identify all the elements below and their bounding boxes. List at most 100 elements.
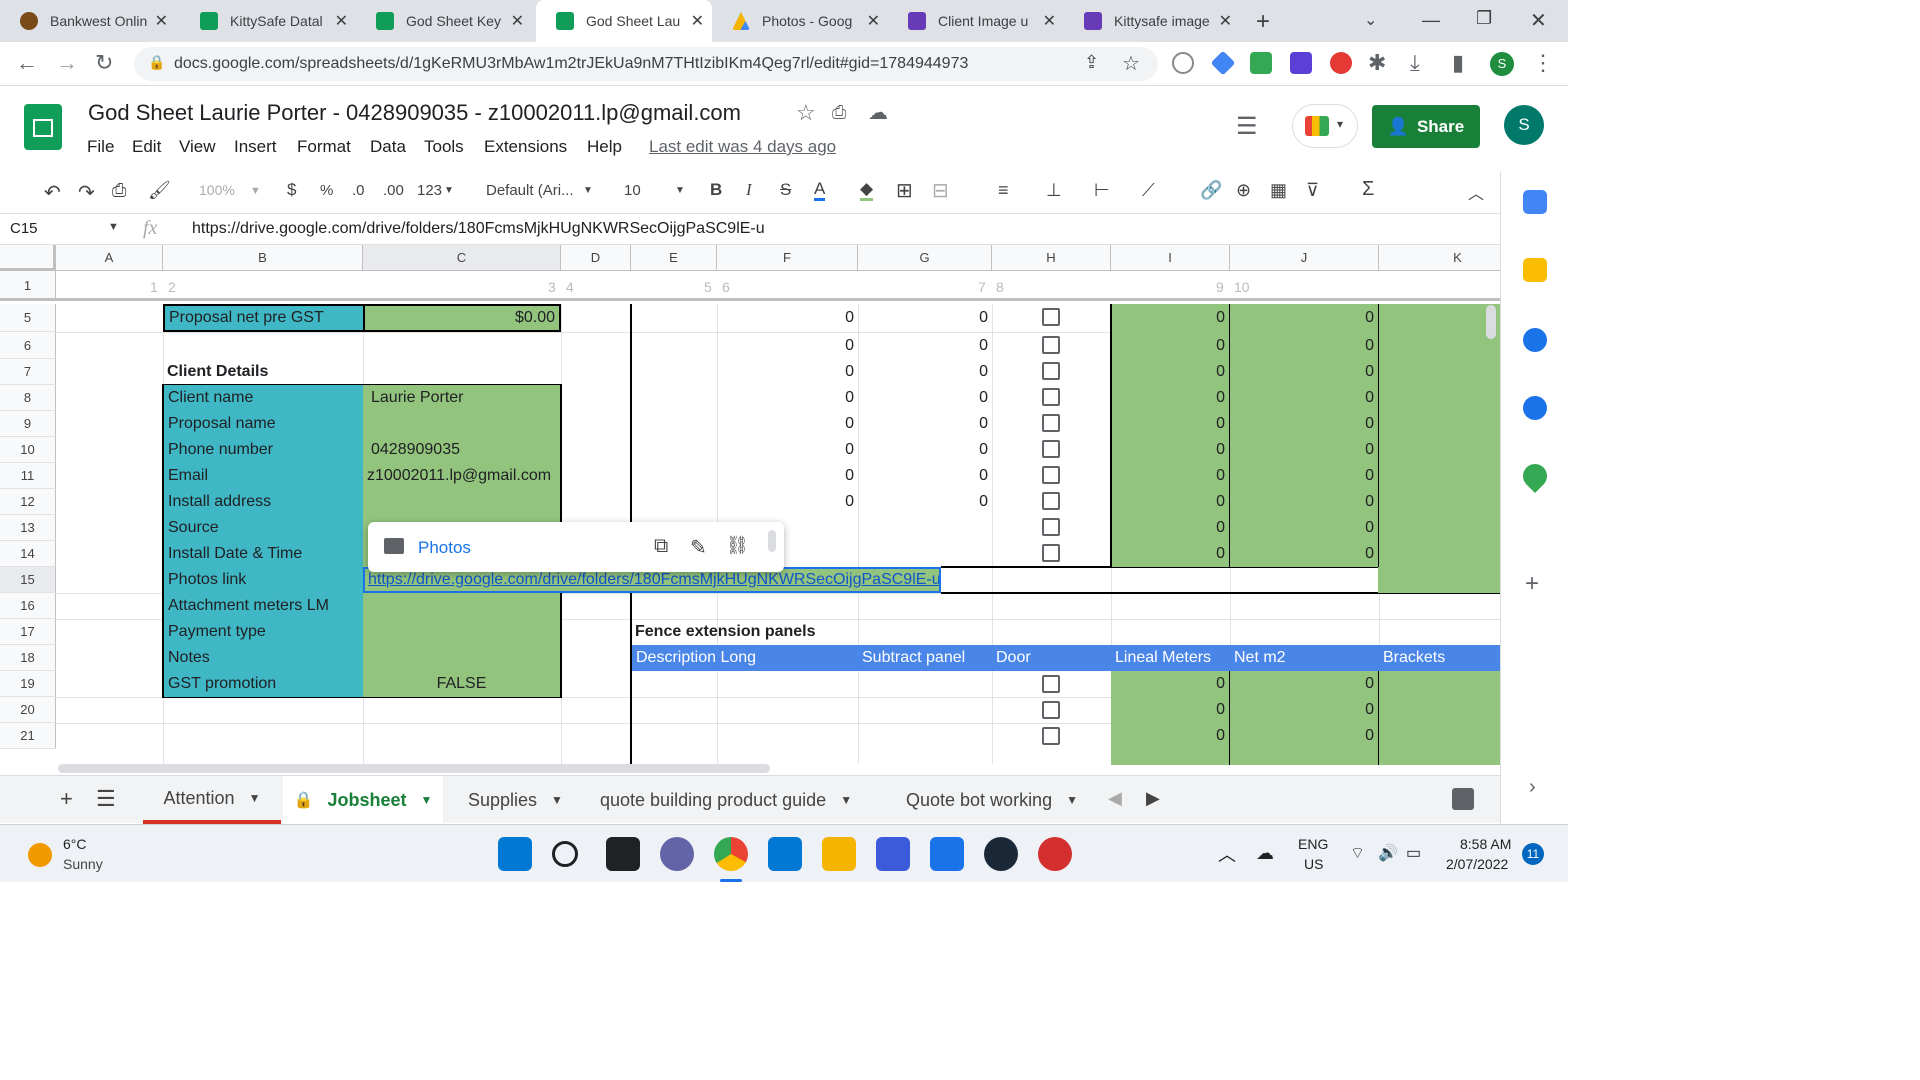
font-size-select[interactable]: 10 bbox=[624, 182, 641, 199]
extension-p-icon[interactable] bbox=[1172, 52, 1194, 74]
cell-j[interactable]: 0 bbox=[1230, 515, 1378, 541]
tab-search-icon[interactable]: ⌄ bbox=[1364, 10, 1377, 30]
cell-j[interactable]: 0 bbox=[1230, 411, 1378, 437]
browser-tab[interactable]: Photos - Goog ✕ bbox=[712, 0, 888, 42]
row-header[interactable]: 20 bbox=[0, 697, 56, 723]
value-attachment-meters[interactable] bbox=[363, 593, 560, 619]
checkbox[interactable] bbox=[1042, 466, 1060, 484]
cell-g[interactable]: 0 bbox=[858, 463, 992, 489]
value-phone-number[interactable]: 0428909035 bbox=[363, 437, 560, 463]
account-avatar[interactable]: S bbox=[1504, 105, 1544, 145]
vertical-scrollbar-thumb[interactable] bbox=[1486, 305, 1496, 339]
value-notes[interactable] bbox=[363, 645, 560, 671]
cell-j[interactable]: 0 bbox=[1230, 332, 1378, 359]
cell-i[interactable]: 0 bbox=[1111, 515, 1229, 541]
cell-f[interactable]: 0 bbox=[717, 489, 858, 515]
cell-i[interactable]: 0 bbox=[1111, 304, 1229, 332]
store-icon[interactable] bbox=[768, 837, 802, 871]
close-icon[interactable]: ✕ bbox=[335, 11, 348, 31]
menu-tools[interactable]: Tools bbox=[424, 137, 464, 157]
cell-i[interactable]: 0 bbox=[1111, 437, 1229, 463]
scroll-tabs-left-icon[interactable]: ◀ bbox=[1108, 788, 1122, 809]
remove-link-icon[interactable]: ⛓ bbox=[726, 535, 749, 556]
horizontal-align-icon[interactable]: ≡ bbox=[998, 180, 1009, 201]
merge-cells-icon[interactable]: ⊟ bbox=[932, 178, 949, 203]
cell-j[interactable]: 0 bbox=[1230, 671, 1378, 697]
cell-f[interactable]: 0 bbox=[717, 385, 858, 411]
column-header[interactable]: K bbox=[1379, 245, 1500, 271]
row-header[interactable]: 13 bbox=[0, 515, 56, 541]
document-title[interactable]: God Sheet Laurie Porter - 0428909035 - z… bbox=[88, 100, 741, 126]
restore-icon[interactable]: ❐ bbox=[1476, 8, 1492, 29]
insert-comment-icon[interactable]: ⊕ bbox=[1236, 180, 1251, 201]
fence-header[interactable]: Brackets bbox=[1379, 645, 1500, 671]
borders-icon[interactable]: ⊞ bbox=[896, 178, 913, 203]
cell-g[interactable]: 0 bbox=[858, 437, 992, 463]
row-header[interactable]: 5 bbox=[0, 304, 56, 332]
cell-j[interactable]: 0 bbox=[1230, 304, 1378, 332]
cell-g[interactable]: 0 bbox=[858, 385, 992, 411]
column-header[interactable]: B bbox=[163, 245, 363, 271]
file-explorer-icon[interactable] bbox=[822, 837, 856, 871]
label-email[interactable]: Email bbox=[164, 463, 363, 489]
extension-pin-icon[interactable] bbox=[1330, 52, 1352, 74]
cell-f[interactable]: 0 bbox=[717, 437, 858, 463]
row-header[interactable]: 16 bbox=[0, 593, 56, 619]
edit-link-icon[interactable]: ✎ bbox=[690, 535, 707, 560]
menu-help[interactable]: Help bbox=[587, 137, 622, 157]
link-title[interactable]: Photos bbox=[418, 538, 471, 558]
fence-header[interactable]: Subtract panel bbox=[858, 645, 992, 671]
menu-extensions[interactable]: Extensions bbox=[484, 137, 567, 157]
sheets-logo-icon[interactable] bbox=[24, 104, 62, 150]
row-header[interactable]: 1 bbox=[0, 271, 56, 301]
cell-i[interactable]: 0 bbox=[1111, 385, 1229, 411]
browser-tab[interactable]: God Sheet Key ✕ bbox=[356, 0, 532, 42]
cell-i[interactable]: 0 bbox=[1111, 489, 1229, 515]
row-header[interactable]: 19 bbox=[0, 671, 56, 697]
scroll-tabs-right-icon[interactable]: ▶ bbox=[1146, 788, 1160, 809]
extensions-puzzle-icon[interactable]: ✱ bbox=[1368, 50, 1386, 76]
keep-icon[interactable] bbox=[1523, 258, 1547, 282]
menu-file[interactable]: File bbox=[87, 137, 114, 157]
column-header[interactable]: C bbox=[363, 245, 561, 271]
increase-decimal-button[interactable]: .00 bbox=[383, 182, 404, 199]
row-header[interactable]: 10 bbox=[0, 437, 56, 463]
extension-p-purple-icon[interactable] bbox=[1290, 52, 1312, 74]
close-icon[interactable]: ✕ bbox=[1219, 11, 1232, 31]
vertical-align-icon[interactable]: ⊥ bbox=[1046, 180, 1062, 201]
functions-icon[interactable]: Σ bbox=[1362, 178, 1374, 201]
label-install-date-time[interactable]: Install Date & Time bbox=[164, 541, 363, 567]
checkbox[interactable] bbox=[1042, 492, 1060, 510]
close-icon[interactable]: ✕ bbox=[867, 11, 880, 31]
cell-i[interactable]: 0 bbox=[1111, 723, 1229, 749]
volume-icon[interactable]: 🔊 bbox=[1378, 843, 1398, 863]
extension-folder-icon[interactable] bbox=[1250, 52, 1272, 74]
text-color-button[interactable]: A bbox=[814, 180, 826, 201]
strikethrough-button[interactable]: S bbox=[780, 180, 791, 200]
extension-diamond-icon[interactable] bbox=[1210, 50, 1236, 76]
last-edit-link[interactable]: Last edit was 4 days ago bbox=[649, 137, 836, 157]
menu-view[interactable]: View bbox=[179, 137, 216, 157]
select-all-corner[interactable] bbox=[0, 245, 56, 271]
sheet-tab-active[interactable]: 🔒 Jobsheet ▼ bbox=[283, 776, 443, 824]
checkbox[interactable] bbox=[1042, 388, 1060, 406]
teams-chat-icon[interactable] bbox=[660, 837, 694, 871]
row-header[interactable]: 17 bbox=[0, 619, 56, 645]
cell-f[interactable]: 0 bbox=[717, 463, 858, 489]
checkbox[interactable] bbox=[1042, 440, 1060, 458]
cell-j[interactable]: 0 bbox=[1230, 385, 1378, 411]
sheet-tab[interactable]: Quote bot working ▼ bbox=[906, 776, 1078, 824]
row-header[interactable]: 12 bbox=[0, 489, 56, 515]
cell-i[interactable]: 0 bbox=[1111, 697, 1229, 723]
row-header[interactable]: 6 bbox=[0, 332, 56, 359]
filter-icon[interactable]: ⊽ bbox=[1306, 180, 1319, 201]
spreadsheet-grid[interactable]: A B C D E F G H I J K 1 1 2 3 4 5 6 7 8 … bbox=[0, 245, 1500, 765]
download-icon[interactable]: ⤓ bbox=[1410, 50, 1420, 76]
cell-i[interactable]: 0 bbox=[1111, 359, 1229, 385]
star-icon[interactable]: ☆ bbox=[796, 100, 816, 126]
app-red-icon[interactable] bbox=[1038, 837, 1072, 871]
comments-icon[interactable]: ☰ bbox=[1236, 112, 1258, 141]
sheet-tab[interactable]: Attention ▼ bbox=[143, 776, 281, 824]
meet-button[interactable]: ▾ bbox=[1292, 104, 1358, 148]
back-icon[interactable]: ← bbox=[16, 50, 38, 76]
